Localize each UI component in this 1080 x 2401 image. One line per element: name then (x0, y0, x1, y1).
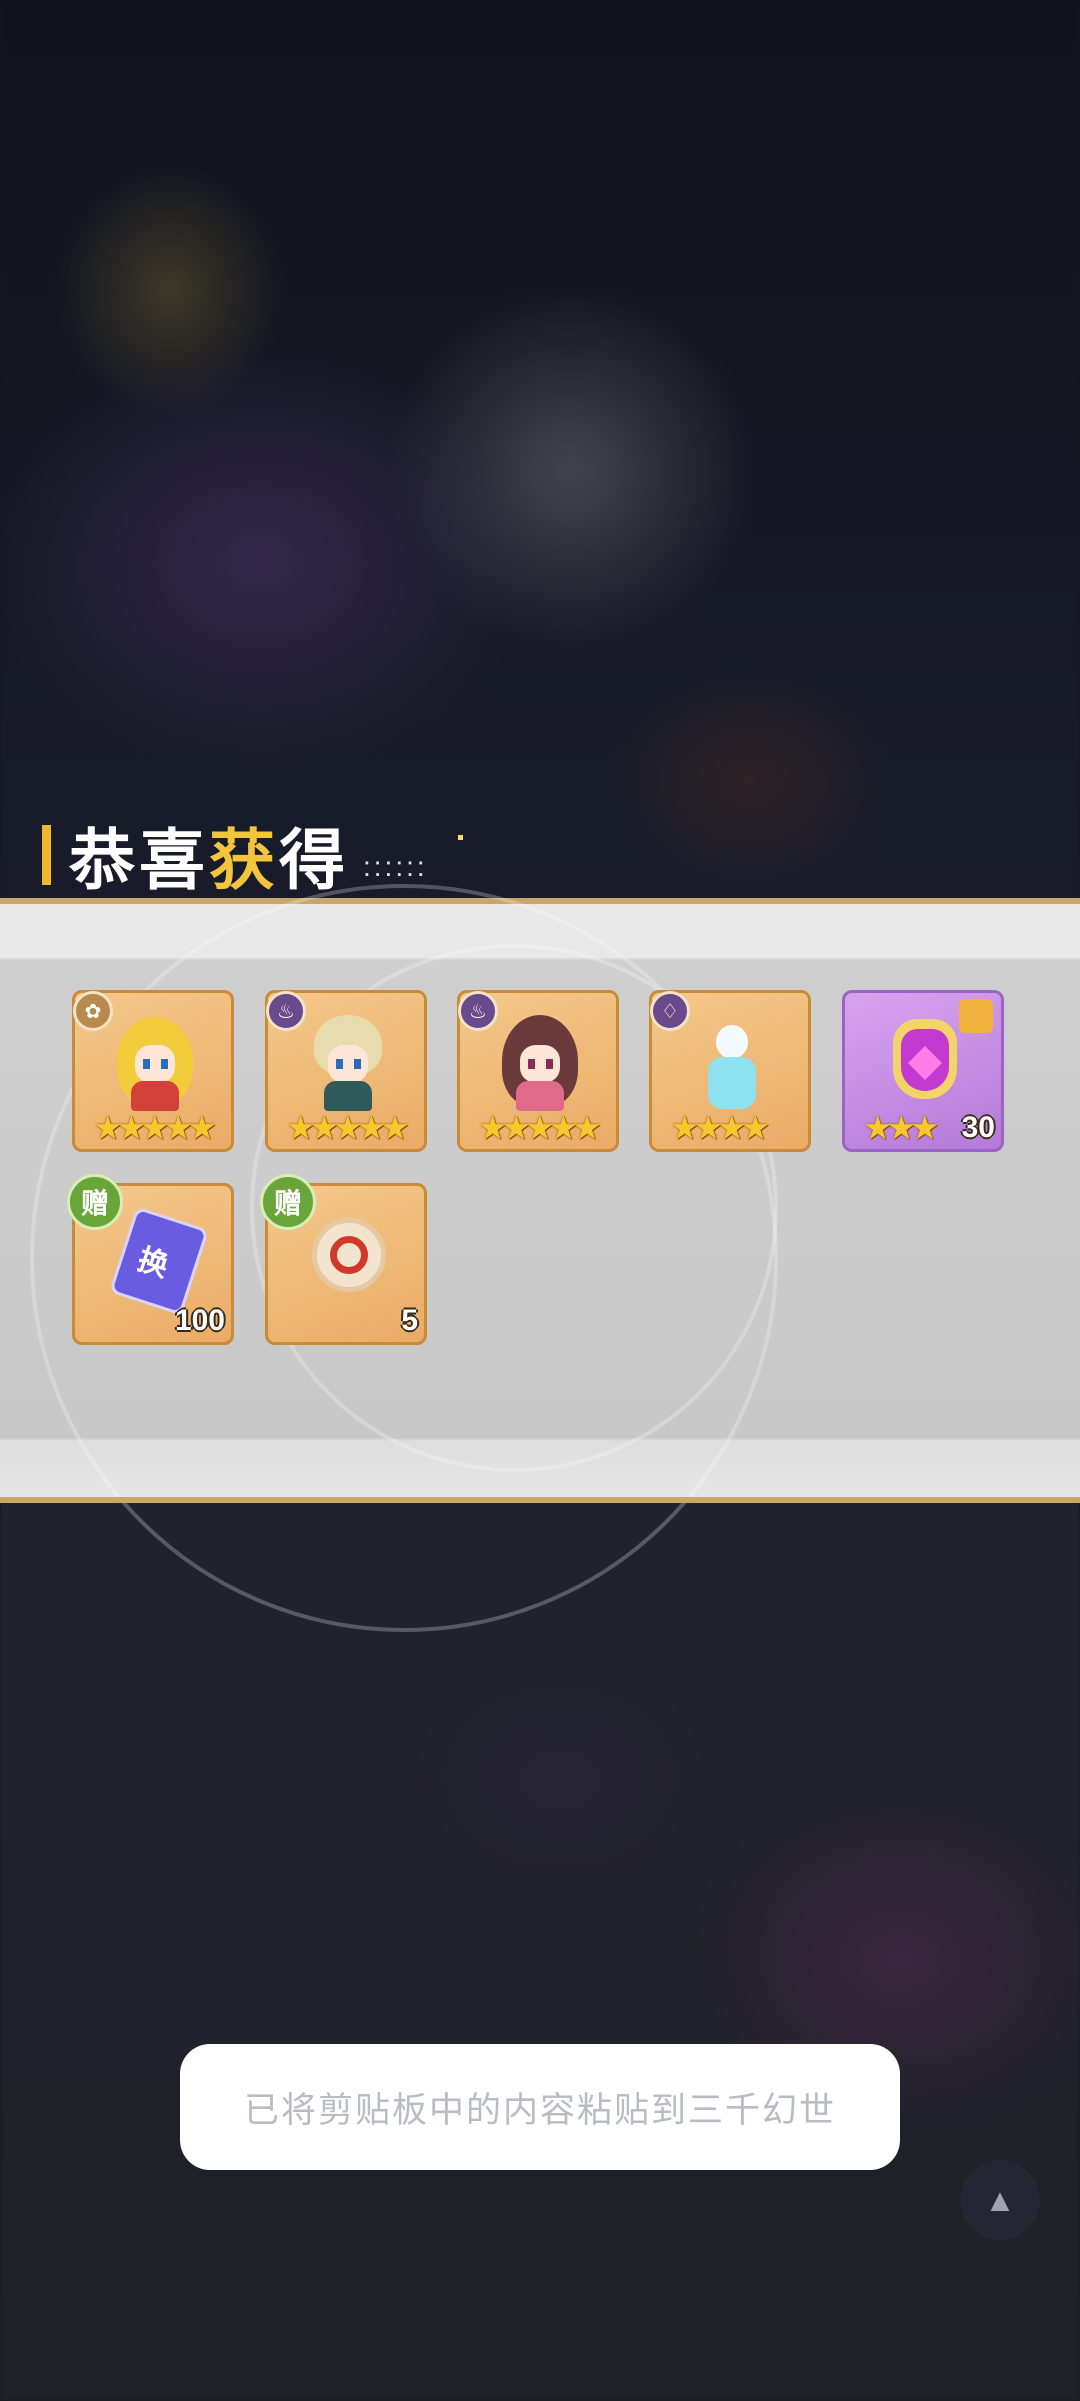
reward-item-character[interactable]: ♨ ★★★★★ (457, 990, 619, 1152)
reward-item-gift[interactable]: 换 赠 100 (67, 1174, 234, 1345)
flame-icon: ♨ (266, 991, 306, 1031)
item-count: 5 (401, 1304, 418, 1337)
blonde-boy-icon (298, 1011, 398, 1111)
exchange-ticket-icon: 换 (105, 1204, 210, 1316)
item-count: 100 (174, 1304, 225, 1337)
white-silhouette-icon (682, 1011, 782, 1111)
star-rating: ★★★ (863, 1109, 940, 1146)
star-rating: ★★★★★ (286, 1109, 410, 1146)
reward-item-character[interactable]: ✿ ★★★★★ (72, 990, 234, 1152)
item-count: 30 (961, 1111, 995, 1144)
title-text: 恭喜获得 (69, 807, 349, 903)
sparkle-icon (458, 835, 463, 840)
lotus-icon: ✿ (73, 991, 113, 1031)
puzzle-piece-icon (959, 999, 993, 1033)
reward-item-character[interactable]: ♢ ★★★★ (649, 990, 811, 1152)
clipboard-toast: 已将剪贴板中的内容粘贴到三千幻世 (180, 2044, 900, 2170)
title-part1: 恭喜 (69, 823, 209, 897)
title-part2: 得 (279, 823, 349, 897)
title-highlight: 获 (209, 823, 279, 897)
gift-badge: 赠 (260, 1174, 316, 1230)
title-accent-bar (42, 825, 51, 885)
reward-item-gift[interactable]: 赠 5 (260, 1174, 427, 1345)
reward-item-character[interactable]: ♨ ★★★★★ (265, 990, 427, 1152)
reward-title: 恭喜获得 :::::: (42, 820, 428, 897)
gift-badge: 赠 (67, 1174, 123, 1230)
star-rating: ★★★★★ (478, 1109, 602, 1146)
title-dots: :::::: (363, 851, 428, 882)
flame-icon: ♨ (458, 991, 498, 1031)
star-rating: ★★★★★ (93, 1109, 217, 1146)
chevron-up-icon[interactable]: ▲ (960, 2160, 1040, 2240)
yellow-hair-girl-icon (105, 1011, 205, 1111)
star-rating: ★★★★ (670, 1109, 770, 1146)
panel-border-bottom (0, 1497, 1080, 1503)
reward-item-fragment[interactable]: ★★★ 30 (842, 990, 1004, 1152)
dragon-coin-icon (298, 1204, 398, 1304)
wing-icon: ♢ (650, 991, 690, 1031)
brown-hair-girl-icon (490, 1011, 590, 1111)
